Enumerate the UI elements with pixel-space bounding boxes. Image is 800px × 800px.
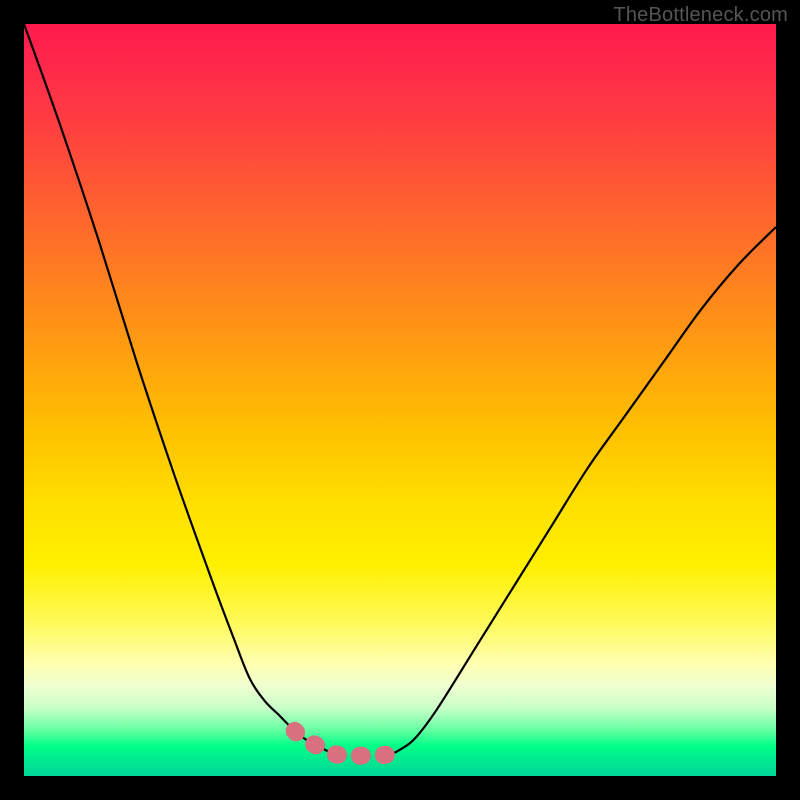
valley-marker-line xyxy=(295,731,400,756)
watermark-text: TheBottleneck.com xyxy=(613,4,788,27)
chart-plot-area xyxy=(24,24,776,776)
chart-svg xyxy=(24,24,776,776)
right-curve-line xyxy=(385,227,776,755)
left-curve-line xyxy=(24,24,340,755)
